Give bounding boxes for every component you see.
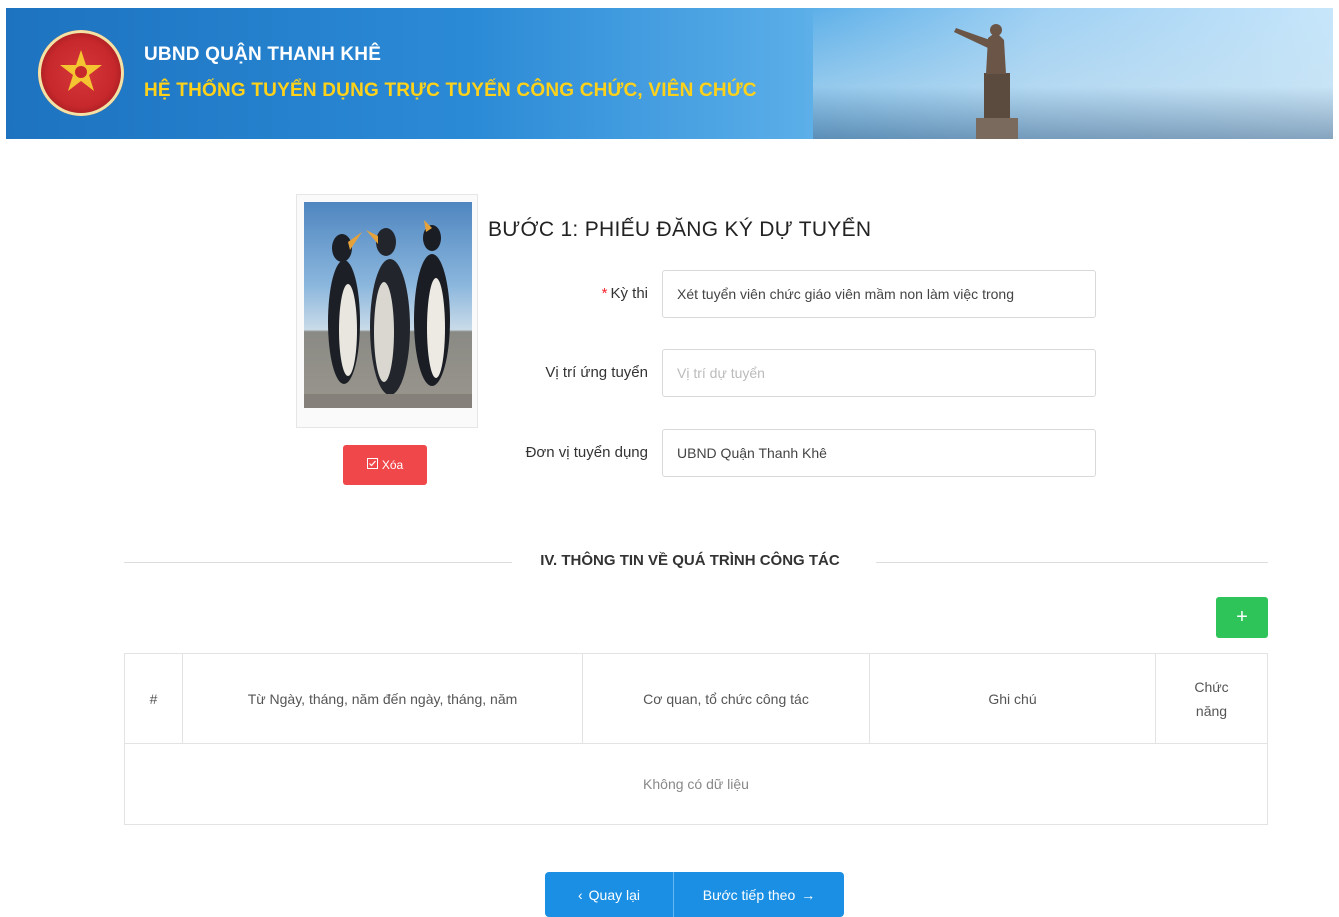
position-input[interactable] xyxy=(662,349,1096,397)
delete-photo-button[interactable]: Xóa xyxy=(343,445,427,485)
column-header-date-range: Từ Ngày, tháng, năm đến ngày, tháng, năm xyxy=(183,654,583,743)
next-step-button[interactable]: Bước tiếp theo → xyxy=(674,872,844,917)
chevron-left-icon: ‹ xyxy=(577,886,583,903)
section-title: IV. THÔNG TIN VỀ QUÁ TRÌNH CÔNG TÁC xyxy=(540,552,840,569)
column-header-note: Ghi chú xyxy=(870,654,1156,743)
column-header-organization: Cơ quan, tổ chức công tác xyxy=(583,654,870,743)
required-mark: * xyxy=(601,285,608,302)
statue-image xyxy=(954,24,1018,139)
profile-photo[interactable] xyxy=(304,202,472,408)
work-history-table: # Từ Ngày, tháng, năm đến ngày, tháng, n… xyxy=(124,653,1268,825)
table-empty-state: Không có dữ liệu xyxy=(643,776,749,792)
table-header: # Từ Ngày, tháng, năm đến ngày, tháng, n… xyxy=(125,654,1267,744)
header-subtitle: HỆ THỐNG TUYỂN DỤNG TRỰC TUYẾN CÔNG CHỨC… xyxy=(144,80,757,101)
section-divider-right xyxy=(876,562,1268,563)
arrow-right-icon: → xyxy=(801,886,816,903)
step-title: BƯỚC 1: PHIẾU ĐĂNG KÝ DỰ TUYỂN xyxy=(488,218,872,241)
back-button[interactable]: ‹ Quay lại xyxy=(545,872,674,917)
government-emblem-icon xyxy=(38,30,124,116)
column-header-index: # xyxy=(125,654,183,743)
exam-input[interactable] xyxy=(662,270,1096,318)
section-divider-left xyxy=(124,562,512,563)
exam-label: * Kỳ thi xyxy=(601,285,648,302)
position-label: Vị trí ứng tuyển xyxy=(545,364,648,381)
edit-square-icon xyxy=(366,458,378,472)
city-skyline-background xyxy=(813,8,1333,139)
recruiting-unit-input[interactable] xyxy=(662,429,1096,477)
back-button-label: Quay lại xyxy=(588,886,641,903)
header-banner: UBND QUẬN THANH KHÊ HỆ THỐNG TUYỂN DỤNG … xyxy=(6,8,1333,139)
column-header-actions: Chức năng xyxy=(1194,678,1229,719)
recruiting-unit-label: Đơn vị tuyển dụng xyxy=(525,444,648,461)
add-row-button[interactable]: + xyxy=(1216,597,1268,638)
next-step-button-label: Bước tiếp theo xyxy=(702,886,796,903)
header-title: UBND QUẬN THANH KHÊ xyxy=(144,44,382,65)
step-navigation: ‹ Quay lại Bước tiếp theo → xyxy=(545,872,844,917)
profile-photo-frame xyxy=(296,194,478,428)
delete-photo-label: Xóa xyxy=(381,458,404,472)
